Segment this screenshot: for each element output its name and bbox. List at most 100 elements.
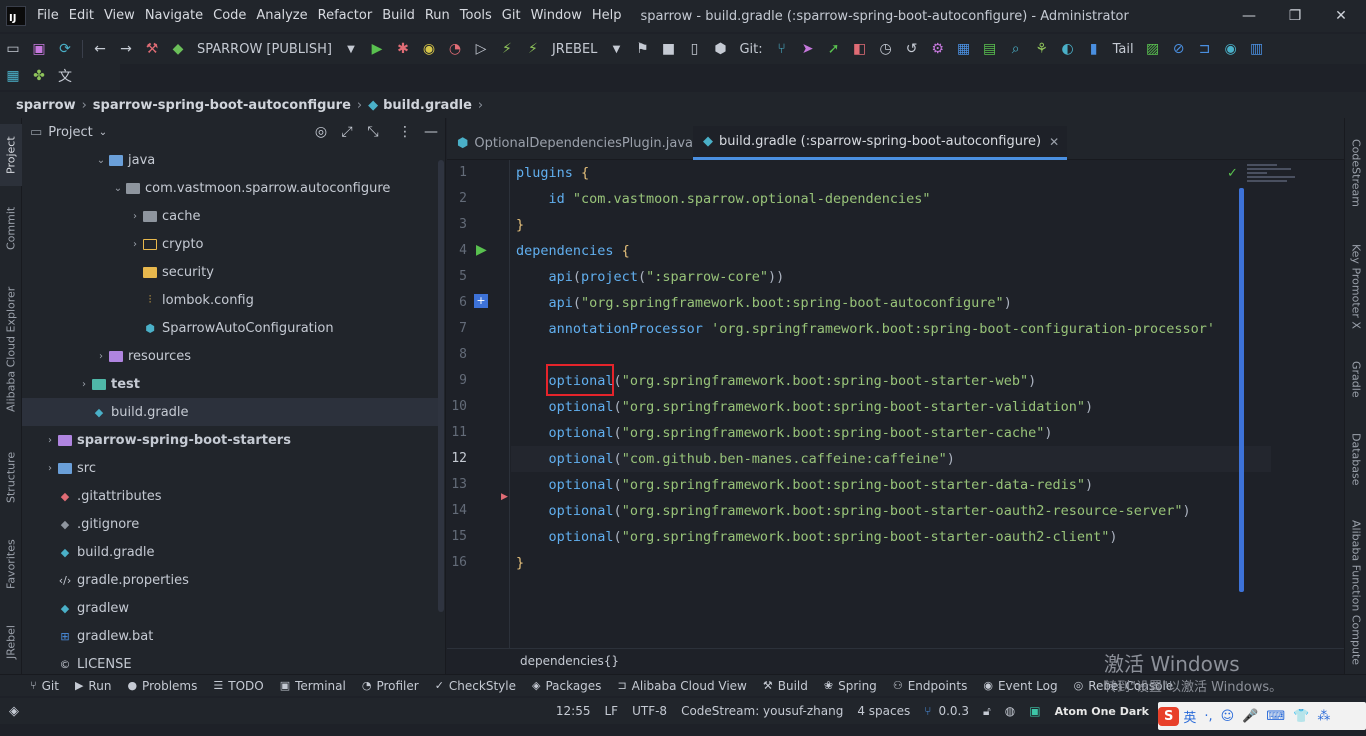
line-separator[interactable]: LF — [597, 704, 625, 718]
menu-refactor[interactable]: Refactor — [313, 0, 378, 32]
tool-event-log[interactable]: ◉ Event Log — [975, 679, 1065, 693]
run-config-select[interactable]: SPARROW [PUBLISH] — [191, 42, 338, 57]
intellij-logo-icon[interactable]: IJ — [6, 6, 26, 26]
tree-item[interactable]: ◆ build.gradle — [22, 398, 444, 426]
tree-item[interactable]: › cache — [22, 202, 444, 230]
minimap[interactable] — [1247, 164, 1299, 184]
tool-checkstyle[interactable]: ✓ CheckStyle — [427, 679, 524, 693]
device-icon[interactable]: ▯ — [681, 36, 707, 62]
tree-item[interactable]: ◆ gradlew — [22, 594, 444, 622]
tree-item[interactable]: ⌄ com.vastmoon.sparrow.autoconfigure — [22, 174, 444, 202]
tree-item[interactable]: ⌄ java — [22, 146, 444, 174]
tool-endpoints[interactable]: ⚇ Endpoints — [885, 679, 976, 693]
code-line[interactable]: } — [516, 555, 524, 571]
ime-item[interactable]: 英 — [1179, 707, 1200, 726]
menu-file[interactable]: File — [32, 0, 64, 32]
tool-build[interactable]: ⚒ Build — [755, 679, 816, 693]
attach-icon[interactable]: ⚑ — [629, 36, 655, 62]
menu-tools[interactable]: Tools — [455, 0, 497, 32]
collapse-all-icon[interactable]: ⤡ — [362, 122, 384, 142]
tab-build-gradle[interactable]: ◆ build.gradle (:sparrow-spring-boot-aut… — [693, 126, 1068, 160]
hide-panel-icon[interactable]: — — [420, 122, 442, 142]
debug-icon[interactable]: ✱ — [390, 36, 416, 62]
code-line[interactable]: dependencies { — [516, 243, 630, 259]
code-line[interactable]: optional("org.springframework.boot:sprin… — [516, 399, 1094, 415]
chevron-right-icon[interactable]: › — [43, 463, 57, 474]
project-panel-title[interactable]: Project — [48, 125, 92, 140]
menu-window[interactable]: Window — [526, 0, 587, 32]
menu-edit[interactable]: Edit — [64, 0, 99, 32]
toggle-icon[interactable]: ◐ — [1055, 36, 1081, 62]
tree-item[interactable]: ‹/› gradle.properties — [22, 566, 444, 594]
tree-item[interactable]: ⫶ lombok.config — [22, 286, 444, 314]
tab-gradle[interactable]: Gradle — [1345, 350, 1366, 408]
minimize-button[interactable]: — — [1226, 0, 1272, 32]
code-line[interactable]: optional("org.springframework.boot:sprin… — [516, 529, 1118, 545]
monitor-icon[interactable]: ▨ — [1140, 36, 1166, 62]
menu-analyze[interactable]: Analyze — [251, 0, 312, 32]
ime-item[interactable]: 🎤 — [1238, 709, 1262, 724]
code-line[interactable]: } — [516, 217, 524, 233]
ime-item[interactable]: ☺ — [1217, 709, 1239, 724]
tree-item[interactable]: › src — [22, 454, 444, 482]
tree-scrollbar[interactable] — [438, 160, 444, 612]
tool-profiler[interactable]: ◔ Profiler — [354, 679, 427, 693]
toolbox-icon[interactable]: ▥ — [1244, 36, 1270, 62]
tab-alibaba-cloud-explorer[interactable]: Alibaba Cloud Explorer — [0, 276, 22, 422]
build-artifacts-icon[interactable]: ▮ — [1081, 36, 1107, 62]
chevron-down-icon[interactable]: ▼ — [603, 36, 629, 62]
menu-navigate[interactable]: Navigate — [140, 0, 208, 32]
code-line[interactable]: api("org.springframework.boot:spring-boo… — [516, 295, 1012, 311]
menu-git[interactable]: Git — [497, 0, 526, 32]
tree-item[interactable]: ◆ .gitattributes — [22, 482, 444, 510]
ai-assistant-icon[interactable]: ◍ — [998, 704, 1022, 718]
jrebel-debug-icon[interactable]: ⚡ — [520, 36, 546, 62]
locate-icon[interactable]: ◎ — [310, 122, 332, 142]
tree-item[interactable]: security — [22, 258, 444, 286]
close-icon[interactable]: ✕ — [1049, 135, 1059, 149]
tab-alibaba-function-compute[interactable]: Alibaba Function Compute — [1345, 514, 1366, 672]
git-push-icon[interactable]: ➚ — [821, 36, 847, 62]
tree-item[interactable]: ⊞ gradlew.bat — [22, 622, 444, 650]
tool-spring[interactable]: ❀ Spring — [816, 679, 885, 693]
settings-gear-icon[interactable]: ⚙ — [925, 36, 951, 62]
tool-git[interactable]: ⑂ Git — [0, 679, 67, 693]
history-icon[interactable]: ◷ — [873, 36, 899, 62]
jrebel-run-icon[interactable]: ⚡ — [494, 36, 520, 62]
indent-setting[interactable]: 4 spaces — [850, 704, 917, 718]
chevron-right-icon[interactable]: › — [77, 379, 91, 390]
alibaba-cloud-icon[interactable]: ⊐ — [1192, 36, 1218, 62]
git-commit-icon[interactable]: ➤ — [795, 36, 821, 62]
ime-item[interactable]: ⌨ — [1262, 709, 1289, 724]
tab-favorites[interactable]: Favorites — [0, 526, 22, 602]
chevron-down-icon[interactable]: ⌄ — [94, 155, 108, 166]
close-window-button[interactable]: ✕ — [1318, 0, 1364, 32]
project-structure-icon[interactable]: ▦ — [951, 36, 977, 62]
theme-name[interactable]: Atom One Dark — [1048, 705, 1156, 718]
menu-run[interactable]: Run — [420, 0, 455, 32]
tree-item[interactable]: ◆ .gitignore — [22, 510, 444, 538]
open-folder-icon[interactable]: ▭ — [0, 36, 26, 62]
git-compare-icon[interactable]: ◧ — [847, 36, 873, 62]
footer-scope[interactable]: dependencies{} — [520, 654, 619, 668]
power-save-icon[interactable]: ⊘ — [1166, 36, 1192, 62]
code-line[interactable]: optional("org.springframework.boot:sprin… — [516, 503, 1191, 519]
code-line[interactable]: annotationProcessor 'org.springframework… — [516, 321, 1216, 337]
tree-item[interactable]: › sparrow-spring-boot-starters — [22, 426, 444, 454]
file-encoding[interactable]: UTF-8 — [625, 704, 674, 718]
tree-item[interactable]: ◆ build.gradle — [22, 538, 444, 566]
maximize-button[interactable]: ❐ — [1272, 0, 1318, 32]
tool-alibaba-cloud-view[interactable]: ⊐ Alibaba Cloud View — [609, 679, 754, 693]
tab-jrebel[interactable]: JRebel — [0, 612, 22, 672]
version-label[interactable]: 0.0.3 — [938, 704, 976, 718]
tab-commit[interactable]: Commit — [0, 198, 22, 258]
code-line[interactable]: optional("org.springframework.boot:sprin… — [516, 477, 1094, 493]
code-line[interactable]: plugins { — [516, 165, 589, 181]
profile-icon[interactable]: ◔ — [442, 36, 468, 62]
forward-icon[interactable]: → — [113, 36, 139, 62]
save-icon[interactable]: ▣ — [26, 36, 52, 62]
tool-packages[interactable]: ◈ Packages — [524, 679, 609, 693]
jrebel-select[interactable]: JREBEL — [546, 42, 603, 57]
chevron-down-icon[interactable]: ⌄ — [99, 127, 107, 138]
build-hammer-icon[interactable]: ⚒ — [139, 36, 165, 62]
